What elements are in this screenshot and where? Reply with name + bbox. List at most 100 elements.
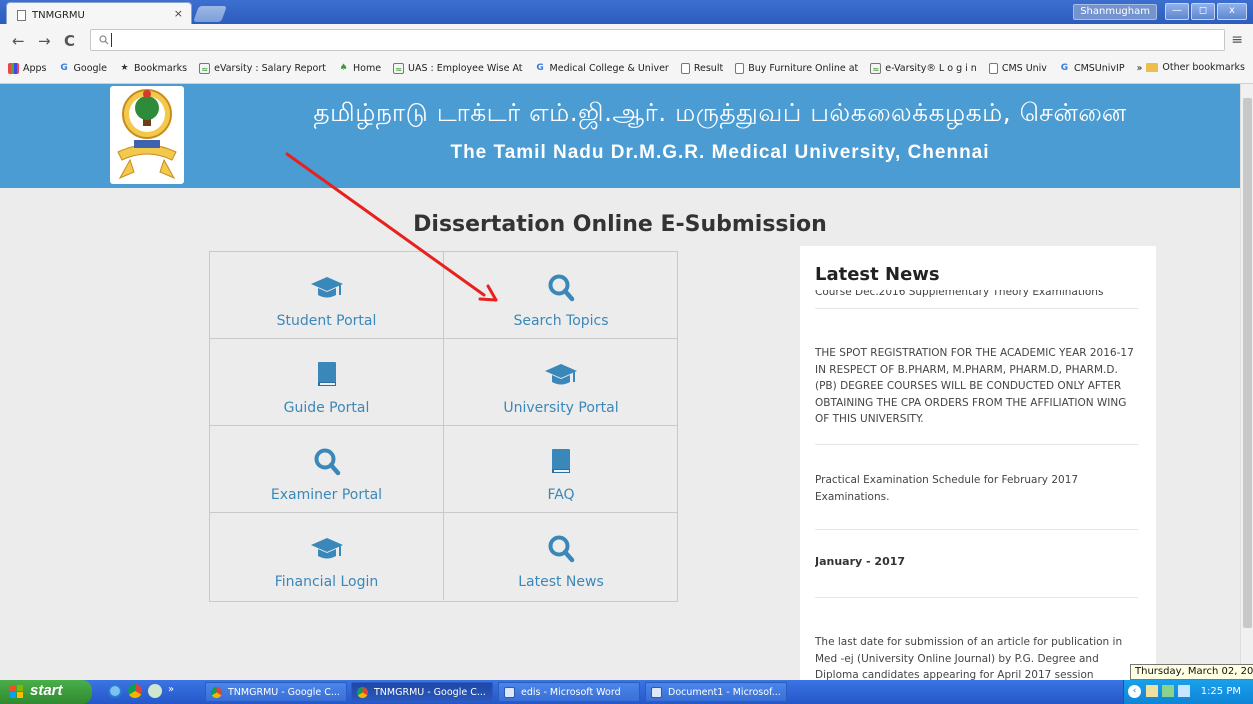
search-icon (99, 35, 109, 45)
browser-tab[interactable]: TNMGRMU × (6, 2, 192, 24)
taskbar-item[interactable]: TNMGRMU - Google C... (351, 682, 493, 702)
page-icon (680, 63, 690, 74)
news-item[interactable]: Course Dec.2016 Supplementary Theory Exa… (815, 290, 1138, 309)
folder-icon (1146, 63, 1159, 72)
new-tab-button[interactable] (193, 6, 227, 22)
tray-arrow-icon[interactable]: ‹ (1128, 685, 1141, 698)
browser-toolbar: ← → C ≡ (0, 24, 1253, 58)
address-bar[interactable] (90, 29, 1225, 51)
page-icon (17, 9, 26, 21)
start-button[interactable]: start (0, 680, 92, 704)
search-icon (548, 274, 575, 302)
bookmark-google[interactable]: G Google (59, 63, 107, 74)
ie-icon[interactable] (108, 684, 122, 698)
university-banner: தமிழ்நாடு டாக்டர் எம்.ஜி.ஆர். மருத்துவப்… (0, 84, 1240, 188)
windows-flag-icon (10, 685, 23, 698)
news-item: January - 2017 (815, 554, 1138, 598)
evarsity-icon: ≈ (870, 63, 882, 74)
maximize-button[interactable]: ◻ (1191, 3, 1215, 20)
browser-tab-strip: TNMGRMU × Shanmugham — ◻ x (0, 0, 1253, 24)
faq-link[interactable]: FAQ (444, 426, 678, 513)
evarsity-icon[interactable] (148, 684, 162, 698)
apps-grid-icon (8, 63, 19, 74)
back-arrow-icon[interactable]: ← (12, 32, 25, 50)
word-icon (504, 687, 515, 698)
vertical-scrollbar[interactable] (1240, 84, 1253, 680)
bookmark-result[interactable]: Result (680, 63, 723, 74)
reload-icon[interactable]: C (64, 32, 75, 50)
title-tamil: தமிழ்நாடு டாக்டர் எம்.ஜி.ஆர். மருத்துவப்… (313, 98, 1127, 127)
windows-taskbar: start » TNMGRMU - Google C... TNMGRMU - … (0, 680, 1253, 704)
portal-grid: Student Portal Search Topics Guide Porta… (209, 251, 678, 602)
clock[interactable]: 1:25 PM (1201, 686, 1241, 697)
bookmark-home[interactable]: ♠ Home (338, 63, 381, 74)
google-icon: G (1060, 63, 1069, 73)
signal-icon[interactable] (1178, 685, 1190, 697)
graduation-cap-icon (545, 364, 577, 385)
page-title: Dissertation Online E-Submission (413, 212, 827, 237)
bookmark-uas[interactable]: ≈ UAS : Employee Wise At (393, 63, 523, 74)
bookmark-evarsity-salary[interactable]: ≈ eVarsity : Salary Report (199, 63, 326, 74)
bookmark-cms-univ[interactable]: CMS Univ (988, 63, 1047, 74)
taskbar-item[interactable]: Document1 - Microsof... (645, 682, 787, 702)
taskbar-item[interactable]: edis - Microsoft Word (498, 682, 640, 702)
latest-news-link[interactable]: Latest News (444, 513, 678, 600)
network-icon[interactable] (1146, 685, 1158, 697)
bookmarks-overflow-button[interactable]: » (1137, 63, 1143, 74)
university-portal-link[interactable]: University Portal (444, 339, 678, 426)
examiner-portal-link[interactable]: Examiner Portal (210, 426, 444, 513)
bookmarks-bar: Apps G Google ★ Bookmarks ≈ eVarsity : Sala… (0, 54, 1253, 84)
volume-icon[interactable] (1162, 685, 1174, 697)
guide-portal-link[interactable]: Guide Portal (210, 339, 444, 426)
taskbar-item[interactable]: TNMGRMU - Google C... (205, 682, 347, 702)
search-icon (314, 448, 341, 476)
page-icon (988, 63, 998, 74)
student-portal-link[interactable]: Student Portal (210, 252, 444, 339)
bookmark-evarsity-login[interactable]: ≈ e-Varsity® L o g i n (870, 63, 977, 74)
close-window-button[interactable]: x (1217, 3, 1247, 20)
forward-arrow-icon[interactable]: → (38, 32, 51, 50)
system-tray: ‹ 1:25 PM (1123, 680, 1253, 704)
bookmark-furniture[interactable]: Buy Furniture Online at (735, 63, 858, 74)
news-item[interactable]: Practical Examination Schedule for Febru… (815, 472, 1138, 530)
google-icon: G (536, 63, 544, 73)
bookmark-apps[interactable]: Apps (8, 63, 47, 74)
bookmark-medical-college[interactable]: G Medical College & Univer (535, 63, 669, 74)
evarsity-icon: ≈ (199, 63, 211, 74)
title-english: The Tamil Nadu Dr.M.G.R. Medical Univers… (450, 142, 990, 163)
news-item[interactable]: THE SPOT REGISTRATION FOR THE ACADEMIC Y… (815, 345, 1138, 445)
minimize-button[interactable]: — (1165, 3, 1189, 20)
search-topics-link[interactable]: Search Topics (444, 252, 678, 339)
home-icon: ♠ (339, 63, 348, 73)
news-item[interactable]: The last date for submission of an artic… (815, 634, 1138, 680)
chrome-icon[interactable] (128, 684, 142, 698)
evarsity-icon: ≈ (393, 63, 405, 74)
menu-icon[interactable]: ≡ (1231, 32, 1243, 48)
news-list: Course Dec.2016 Supplementary Theory Exa… (815, 290, 1138, 680)
close-tab-icon[interactable]: × (174, 7, 183, 20)
graduation-cap-icon (311, 277, 343, 298)
bookmark-bookmarks[interactable]: ★ Bookmarks (119, 63, 187, 74)
university-logo (110, 86, 184, 184)
news-title: Latest News (815, 264, 940, 285)
search-icon (548, 535, 575, 563)
page-icon (735, 63, 745, 74)
latest-news-panel: Latest News Course Dec.2016 Supplementar… (800, 246, 1156, 680)
chrome-icon (357, 687, 368, 698)
financial-login-link[interactable]: Financial Login (210, 513, 444, 600)
page-viewport: தமிழ்நாடு டாக்டர் எம்.ஜி.ஆர். மருத்துவப்… (0, 84, 1240, 680)
profile-button[interactable]: Shanmugham (1073, 4, 1157, 20)
bookmark-cmsunivip[interactable]: G CMSUnivIP (1059, 63, 1125, 74)
tab-title: TNMGRMU (32, 9, 85, 21)
book-icon (552, 449, 570, 473)
scrollbar-thumb[interactable] (1243, 98, 1252, 628)
date-tooltip: Thursday, March 02, 2017 (1130, 664, 1253, 680)
star-icon: ★ (120, 63, 129, 73)
graduation-cap-icon (311, 538, 343, 559)
other-bookmarks-button[interactable]: Other bookmarks (1146, 62, 1245, 73)
quick-launch: » (108, 684, 174, 698)
quicklaunch-overflow-button[interactable]: » (168, 684, 174, 698)
google-icon: G (60, 63, 68, 73)
chrome-icon (211, 687, 222, 698)
book-icon (318, 362, 336, 386)
